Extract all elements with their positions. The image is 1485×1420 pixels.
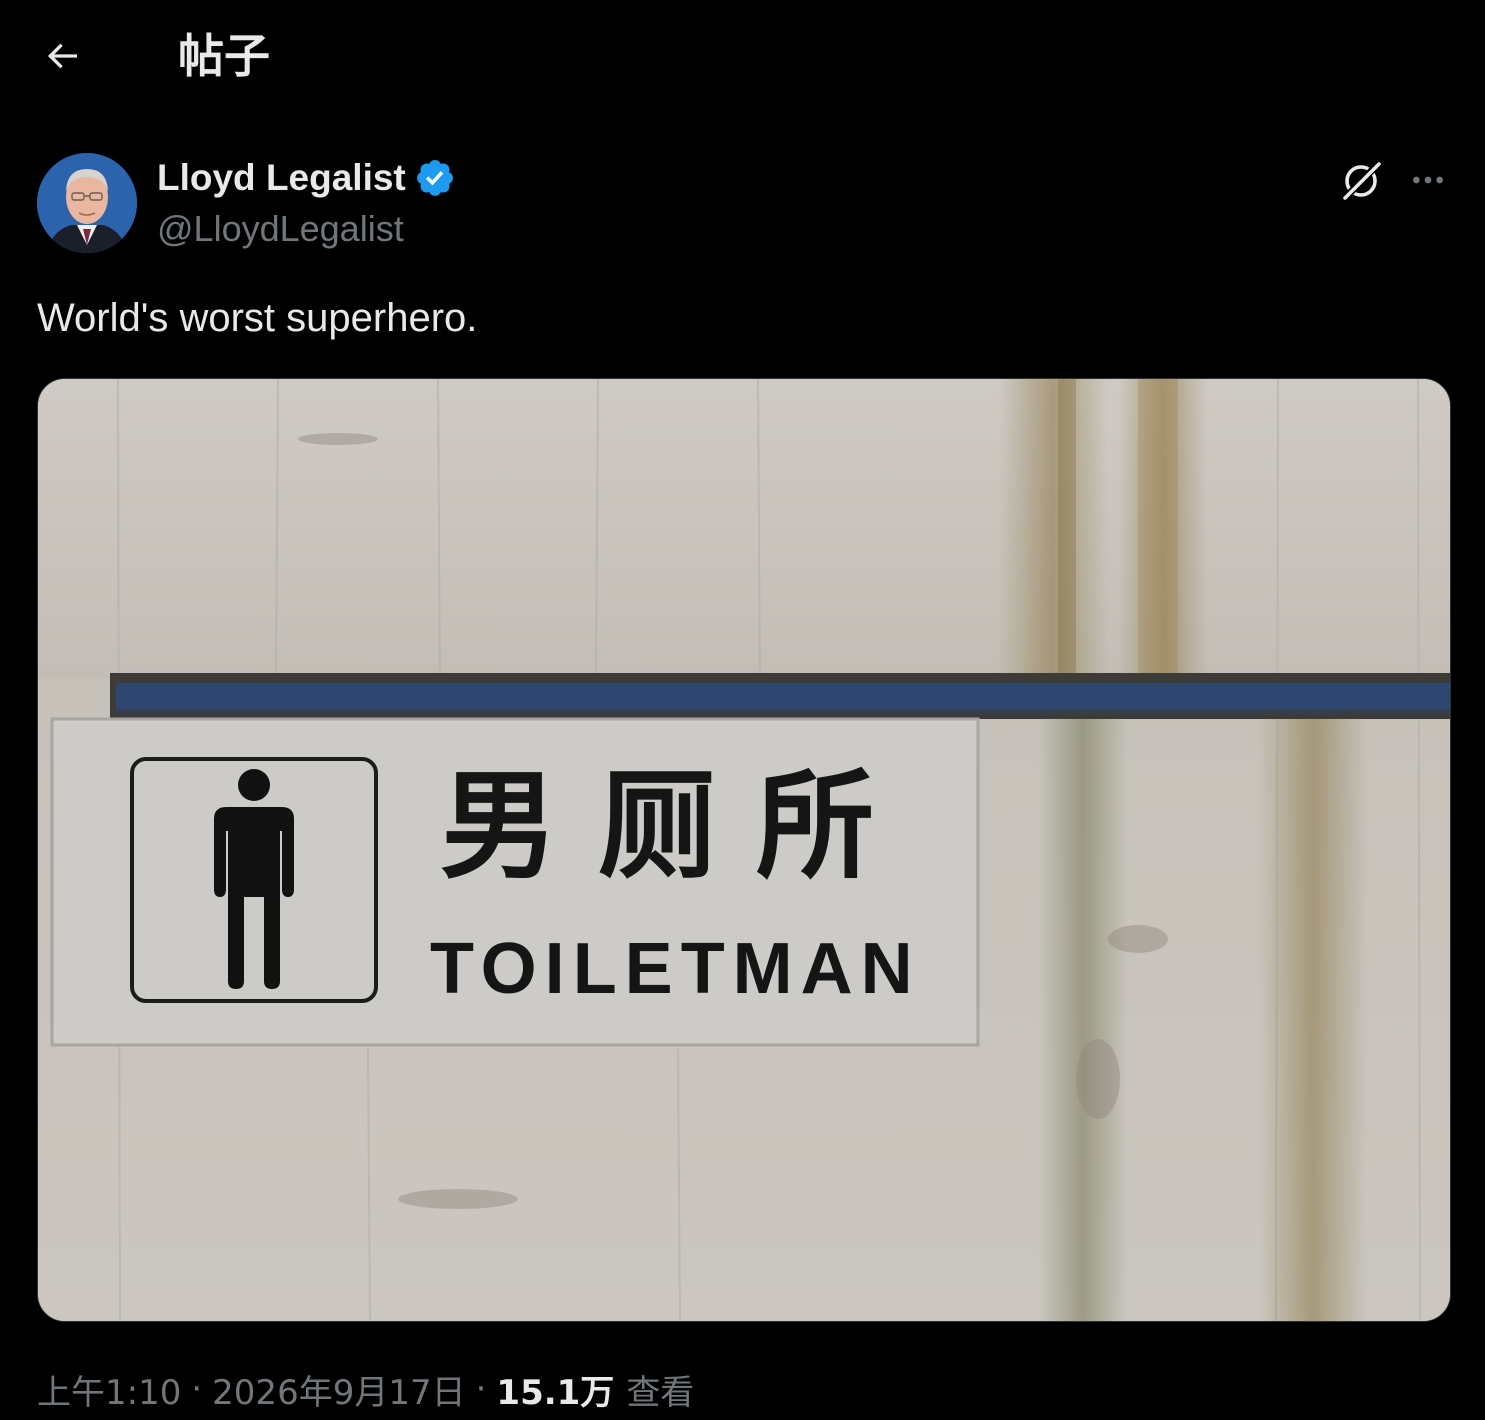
top-bar: 帖子 xyxy=(0,0,1485,112)
avatar[interactable] xyxy=(37,153,137,253)
views-count: 15.1万 xyxy=(496,1372,615,1413)
more-options-button[interactable] xyxy=(1402,154,1454,206)
meta-separator: · xyxy=(191,1369,203,1409)
author-display-name[interactable]: Lloyd Legalist xyxy=(157,157,406,199)
author-name-row: Lloyd Legalist xyxy=(157,154,456,202)
verified-badge-icon[interactable] xyxy=(414,157,456,199)
grok-button[interactable] xyxy=(1336,154,1388,206)
tweet-text: World's worst superhero. xyxy=(37,296,478,340)
tweet-time[interactable]: 上午1:10 xyxy=(37,1365,181,1414)
author-handle[interactable]: @LloydLegalist xyxy=(157,208,404,250)
meta-separator: · xyxy=(475,1369,487,1409)
tweet-media-image[interactable]: 男厕所 TOILETMAN xyxy=(37,378,1451,1322)
sign-english-text: TOILETMAN xyxy=(430,929,921,1009)
sign-chinese-text: 男厕所 xyxy=(440,757,914,895)
arrow-left-icon xyxy=(47,43,77,69)
grok-icon xyxy=(1343,160,1382,200)
page-title: 帖子 xyxy=(178,29,270,83)
more-horizontal-icon xyxy=(1413,176,1443,184)
back-button[interactable] xyxy=(34,28,90,84)
tweet-date[interactable]: 2026年9月17日 xyxy=(212,1365,465,1414)
views-label: 查看 xyxy=(626,1372,695,1413)
tweet-meta: 上午1:10 · 2026年9月17日 · 15.1万 查看 xyxy=(37,1364,694,1414)
